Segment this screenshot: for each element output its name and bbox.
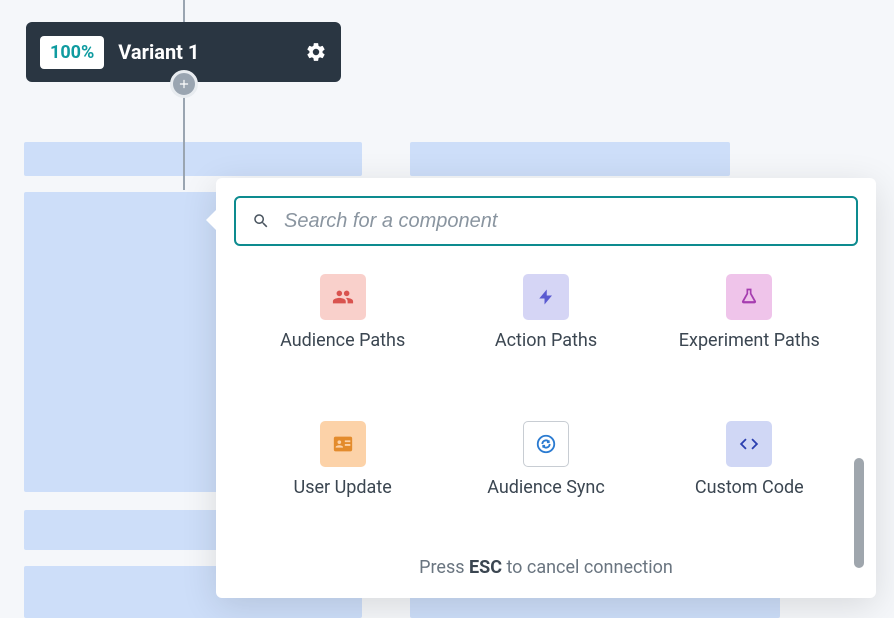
placeholder-block <box>410 142 730 176</box>
id-card-icon <box>320 421 366 467</box>
component-picker-popup: Audience Paths Action Paths Experiment Pat… <box>216 178 876 598</box>
component-item-user-update[interactable]: User Update <box>246 421 439 538</box>
code-icon <box>726 421 772 467</box>
popup-arrow <box>206 208 218 232</box>
variant-percentage-badge: 100% <box>40 36 104 69</box>
flask-icon <box>726 274 772 320</box>
sync-icon <box>523 421 569 467</box>
lightning-icon <box>523 274 569 320</box>
component-label: Action Paths <box>495 330 597 351</box>
gear-icon[interactable] <box>305 41 327 63</box>
search-icon <box>252 212 270 230</box>
component-label: User Update <box>294 477 392 498</box>
cancel-hint: Press ESC to cancel connection <box>216 537 876 598</box>
component-item-audience-sync[interactable]: Audience Sync <box>449 421 642 538</box>
hint-prefix: Press <box>419 557 469 578</box>
placeholder-block <box>24 142 362 176</box>
component-item-experiment-paths[interactable]: Experiment Paths <box>653 274 846 391</box>
scrollbar-thumb[interactable] <box>854 458 864 568</box>
component-label: Custom Code <box>695 477 804 498</box>
component-item-audience-paths[interactable]: Audience Paths <box>246 274 439 391</box>
variant-label: Variant 1 <box>118 40 291 64</box>
search-input[interactable] <box>284 210 840 233</box>
search-field[interactable] <box>234 196 858 246</box>
add-step-button[interactable] <box>170 70 198 98</box>
users-icon <box>320 274 366 320</box>
component-item-custom-code[interactable]: Custom Code <box>653 421 846 538</box>
component-item-action-paths[interactable]: Action Paths <box>449 274 642 391</box>
hint-suffix: to cancel connection <box>502 557 673 578</box>
component-label: Experiment Paths <box>679 330 820 351</box>
component-label: Audience Paths <box>280 330 405 351</box>
hint-key: ESC <box>469 557 502 578</box>
component-label: Audience Sync <box>487 477 605 498</box>
